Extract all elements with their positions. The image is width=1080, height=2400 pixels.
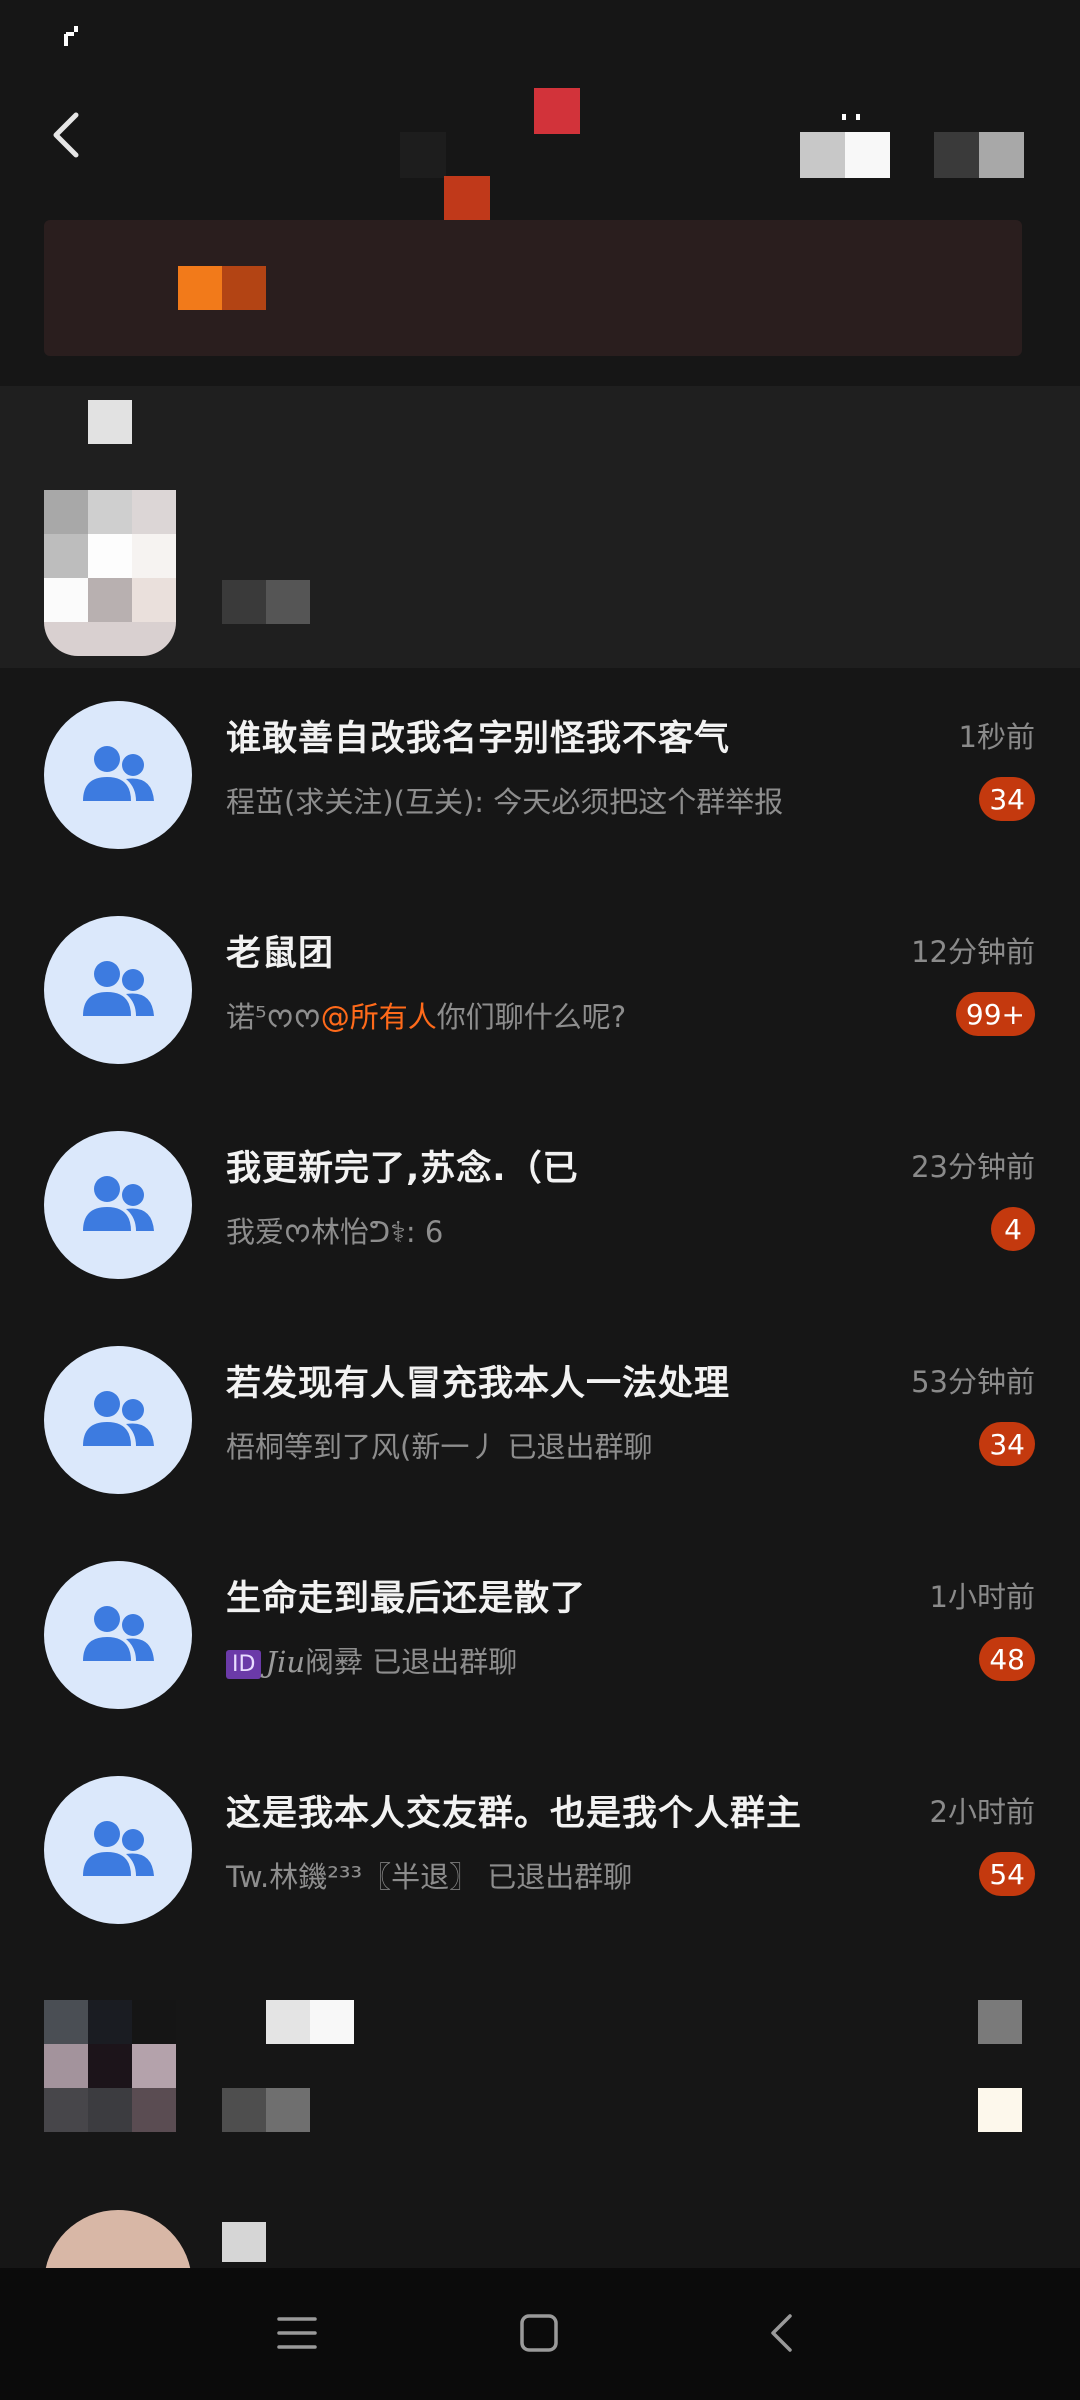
chat-title: 生命走到最后还是散了 — [226, 1579, 587, 1619]
preview-text: 阀彛 已退出群聊 — [305, 1645, 518, 1679]
chat-time: 1小时前 — [929, 1580, 1035, 1614]
chat-preview: 程茁(求关注)(互关): 今天必须把这个群举报 — [226, 779, 783, 821]
chat-preview: Tw.林鐖²³³〖半退〗 已退出群聊 — [226, 1854, 632, 1896]
chat-preview: 诺⁵ᰔᰔ@所有人你们聊什么呢? — [226, 994, 626, 1041]
signal-icon — [62, 22, 84, 48]
chat-time: 23分钟前 — [911, 1150, 1035, 1184]
preview-text: ᰔ — [293, 1000, 321, 1034]
group-icon — [78, 1816, 158, 1884]
chat-title: 老鼠团 — [226, 934, 335, 974]
chat-item[interactable]: 若发现有人冒充我本人一法处理 53分钟前梧桐等到了风(新一丿 已退出群聊 34 — [0, 1315, 1080, 1530]
menu-icon[interactable] — [262, 2298, 332, 2368]
group-avatar[interactable] — [44, 701, 192, 849]
group-icon — [78, 956, 158, 1024]
group-avatar[interactable] — [44, 1776, 192, 1924]
group-icon — [78, 1386, 158, 1454]
preview-text: 梧桐等到了风(新一丿 已退出群聊 — [226, 1430, 653, 1464]
unread-badge: 4 — [991, 1207, 1035, 1251]
unread-badge: 99+ — [955, 992, 1035, 1036]
chat-title: 若发现有人冒充我本人一法处理 — [226, 1364, 731, 1404]
chat-item[interactable]: 谁敢善自改我名字别怪我不客气 1秒前程茁(求关注)(互关): 今天必须把这个群举报… — [0, 670, 1080, 885]
preview-text: 你们聊什么呢? — [436, 1000, 627, 1034]
unread-badge: 34 — [979, 777, 1035, 821]
preview-text: 我爱ᰔ林怡ᕤ⚕: 6 — [226, 1215, 444, 1249]
chat-title: 我更新完了,苏念.（已 — [226, 1149, 579, 1189]
back-arrow-icon[interactable] — [40, 100, 90, 170]
chat-item[interactable]: 这是我本人交友群。也是我个人群主 2小时前 Tw.林鐖²³³〖半退〗 已退出群聊 54 — [0, 1745, 1080, 1960]
group-avatar[interactable] — [44, 916, 192, 1064]
chat-time: 53分钟前 — [911, 1365, 1035, 1399]
group-avatar[interactable] — [44, 1131, 192, 1279]
notice-banner[interactable] — [44, 220, 1022, 356]
chat-title: 这是我本人交友群。也是我个人群主 — [226, 1794, 803, 1834]
pinned-chat[interactable] — [0, 386, 1080, 668]
id-badge: ID — [226, 1649, 262, 1679]
chat-item[interactable]: 生命走到最后还是散了 1小时前 ID Jiu阀彛 已退出群聊 48 — [0, 1530, 1080, 1745]
group-avatar[interactable] — [44, 1346, 192, 1494]
preview-text: 程茁(求关注)(互关): 今天必须把这个群举报 — [226, 785, 784, 819]
mention-all: @所有人 — [320, 1000, 437, 1034]
group-icon — [78, 741, 158, 809]
group-avatar[interactable] — [44, 1561, 192, 1709]
preview-text: 诺⁵ᰔ — [226, 1000, 294, 1034]
group-icon — [78, 1171, 158, 1239]
preview-text: Tw.林鐖²³³〖半退〗 已退出群聊 — [226, 1860, 633, 1894]
home-icon[interactable] — [504, 2298, 574, 2368]
chat-time: 1秒前 — [958, 720, 1035, 754]
chat-item[interactable]: 老鼠团 12分钟前诺⁵ᰔᰔ@所有人你们聊什么呢? 99+ — [0, 885, 1080, 1100]
unread-badge: 54 — [979, 1852, 1035, 1896]
chat-preview: ID Jiu阀彛 已退出群聊 — [226, 1639, 517, 1681]
unread-badge: 48 — [979, 1637, 1035, 1681]
chat-title: 谁敢善自改我名字别怪我不客气 — [226, 719, 731, 759]
chat-time: 2小时前 — [929, 1795, 1035, 1829]
preview-script-text: Jiu — [265, 1645, 306, 1679]
nav-back-icon[interactable] — [746, 2298, 816, 2368]
unread-badge: 34 — [979, 1422, 1035, 1466]
group-icon — [78, 1601, 158, 1669]
chat-item[interactable]: 我更新完了,苏念.（已 23分钟前我爱ᰔ林怡ᕤ⚕: 6 4 — [0, 1100, 1080, 1315]
chat-preview: 梧桐等到了风(新一丿 已退出群聊 — [226, 1424, 653, 1466]
chat-time: 12分钟前 — [911, 935, 1035, 969]
chat-preview: 我爱ᰔ林怡ᕤ⚕: 6 — [226, 1209, 443, 1256]
